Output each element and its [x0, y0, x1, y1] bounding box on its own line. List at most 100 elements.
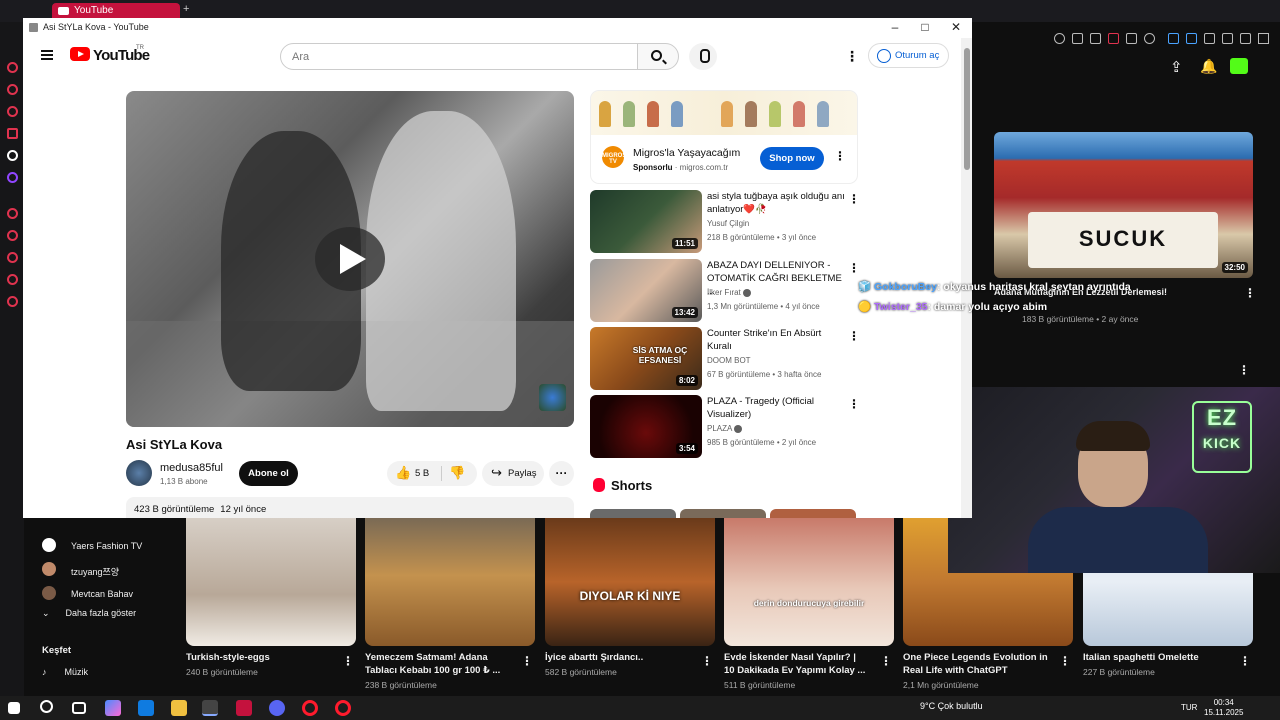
translate-icon[interactable]	[1186, 33, 1197, 44]
whatsapp-icon[interactable]	[7, 106, 18, 117]
video-menu-icon[interactable]: ⋮	[880, 654, 892, 668]
video-title[interactable]: Yemeczem Satmam! Adana Tablacı Kebabı 10…	[365, 651, 510, 677]
discord-icon[interactable]	[269, 700, 285, 716]
task-view-icon[interactable]	[72, 702, 86, 714]
shorts-thumbnail[interactable]	[680, 509, 766, 518]
channel-watermark-icon[interactable]	[539, 384, 566, 411]
sidebar-item-music[interactable]: ♪ Müzik	[42, 667, 88, 677]
new-tab-button[interactable]: +	[183, 3, 189, 15]
video-thumbnail[interactable]	[724, 518, 894, 646]
video-channel[interactable]: DOOM BOT	[707, 356, 751, 365]
video-thumbnail[interactable]	[545, 518, 715, 646]
right-video-menu-icon-2[interactable]: ⋮	[1238, 363, 1250, 377]
snapshot-icon[interactable]	[1090, 33, 1101, 44]
shop-now-button[interactable]: Shop now	[760, 147, 824, 170]
pinboard-icon[interactable]	[7, 230, 18, 241]
zoom-icon[interactable]	[1054, 33, 1065, 44]
video-menu-icon[interactable]: ⋮	[1059, 654, 1071, 668]
app-icon[interactable]	[236, 700, 252, 716]
thumbs-up-icon[interactable]: 👍	[395, 466, 411, 480]
video-thumbnail[interactable]	[186, 518, 356, 646]
share-button[interactable]: ↪ Paylaş	[482, 461, 544, 486]
video-menu-icon[interactable]: ⋮	[1239, 654, 1251, 668]
video-channel[interactable]: İlker Fırat	[707, 288, 752, 297]
close-button[interactable]: ✕	[942, 20, 970, 36]
video-title[interactable]: Counter Strike'ın En Absürt Kuralı	[707, 327, 847, 353]
recommended-video[interactable]: 3:54 PLAZA - Tragedy (Official Visualize…	[590, 395, 860, 459]
puzzle-icon[interactable]	[1204, 33, 1215, 44]
language-indicator[interactable]: TUR	[1181, 703, 1197, 712]
settings-more-icon[interactable]: ⋮	[845, 48, 859, 64]
video-thumbnail[interactable]: 11:51	[590, 190, 702, 253]
video-thumbnail[interactable]	[365, 518, 535, 646]
shorts-thumbnail[interactable]	[590, 509, 676, 518]
video-menu-icon[interactable]: ⋮	[848, 192, 860, 206]
instagram-icon[interactable]	[7, 84, 18, 95]
video-channel[interactable]: PLAZA	[707, 424, 743, 433]
mail-icon[interactable]	[138, 700, 154, 716]
aria-icon[interactable]	[7, 150, 18, 161]
opera-icon[interactable]	[302, 700, 318, 716]
scrollbar-thumb[interactable]	[964, 48, 970, 170]
heart-icon[interactable]	[1144, 33, 1155, 44]
twitch-icon[interactable]	[7, 172, 18, 183]
settings-icon[interactable]	[7, 296, 18, 307]
sponsored-ad-card[interactable]: MIGROS TV Migros'la Yaşayacağım Sponsorl…	[591, 91, 857, 183]
browser-tab-youtube[interactable]: YouTube	[52, 3, 180, 19]
upload-icon[interactable]: ⇪	[1170, 58, 1183, 76]
audio-icon[interactable]	[1168, 33, 1179, 44]
video-menu-icon[interactable]: ⋮	[848, 329, 860, 343]
video-title[interactable]: One Piece Legends Evolution in Real Life…	[903, 651, 1048, 677]
recommended-video[interactable]: 13:42 ABAZA DAYI DELLENIYOR - OTOMATİK C…	[590, 259, 860, 323]
windows-start-icon[interactable]	[8, 702, 20, 714]
minimize-button[interactable]: –	[881, 20, 909, 36]
video-title[interactable]: Evde İskender Nasıl Yapılır? | 10 Dakika…	[724, 651, 869, 677]
right-video-menu-icon[interactable]: ⋮	[1244, 286, 1256, 300]
kick-avatar-icon[interactable]	[1230, 58, 1248, 74]
play-button-icon[interactable]	[315, 227, 385, 291]
thumbs-down-icon[interactable]: 👎	[449, 466, 465, 480]
music-icon[interactable]	[7, 128, 18, 139]
description-box[interactable]: 423 B görüntüleme 12 yıl önce	[126, 497, 574, 518]
bottom-video-card[interactable]: derin dondurucuya girebilir Evde İskende…	[724, 518, 894, 690]
ad-menu-icon[interactable]: ⋮	[834, 149, 846, 163]
video-title[interactable]: PLAZA - Tragedy (Official Visualizer)	[707, 395, 847, 421]
channel-avatar[interactable]	[126, 460, 152, 486]
search-icon[interactable]	[40, 700, 53, 713]
show-more-button[interactable]: ⌄ Daha fazla göster	[42, 608, 136, 619]
video-menu-icon[interactable]: ⋮	[521, 654, 533, 668]
subscribe-button[interactable]: Abone ol	[239, 461, 298, 486]
messenger-icon[interactable]	[7, 62, 18, 73]
shorts-thumbnail[interactable]	[770, 509, 856, 518]
obs-icon[interactable]	[202, 700, 218, 716]
history-icon[interactable]	[7, 208, 18, 219]
bottom-video-card[interactable]: Yemeczem Satmam! Adana Tablacı Kebabı 10…	[365, 518, 535, 690]
video-title[interactable]: asi styla tuğbaya aşık olduğu anı anlatı…	[707, 190, 847, 216]
signin-button[interactable]: Oturum aç	[868, 43, 949, 68]
more-actions-button[interactable]: ···	[549, 461, 574, 486]
maximize-button[interactable]: □	[911, 20, 939, 36]
download-icon[interactable]	[1240, 33, 1251, 44]
video-player[interactable]	[126, 91, 574, 427]
video-thumbnail[interactable]: 3:54	[590, 395, 702, 458]
youtube-logo-icon[interactable]	[70, 47, 90, 61]
menu-lines-icon[interactable]	[1258, 33, 1269, 44]
bottom-video-card[interactable]: Turkish-style-eggs 240 B görüntüleme ⋮	[186, 518, 356, 677]
voice-search-button[interactable]	[689, 43, 717, 70]
video-title[interactable]: Italian spaghetti Omelette	[1083, 651, 1228, 664]
right-video-thumbnail[interactable]: SUCUK 32:50	[994, 132, 1253, 278]
migros-logo[interactable]: MIGROS TV	[602, 146, 626, 168]
video-title[interactable]: İyice abarttı Şırdancı..	[545, 651, 690, 664]
video-menu-icon[interactable]: ⋮	[848, 261, 860, 275]
search-input[interactable]: Ara	[280, 43, 638, 70]
video-menu-icon[interactable]: ⋮	[701, 654, 713, 668]
bottom-video-card[interactable]: DIYOLAR Kİ NIYE İyice abarttı Şırdancı..…	[545, 518, 715, 677]
folder-icon[interactable]	[171, 700, 187, 716]
video-menu-icon[interactable]: ⋮	[848, 397, 860, 411]
clock[interactable]: 00:34 15.11.2025	[1204, 698, 1243, 718]
weather-widget[interactable]: 9°C Çok bulutlu	[920, 701, 983, 711]
channel-name[interactable]: medusa85ful	[160, 462, 223, 474]
video-title[interactable]: Turkish-style-eggs	[186, 651, 331, 664]
bell-icon[interactable]: 🔔	[1200, 58, 1217, 75]
opera-gx-icon[interactable]	[335, 700, 351, 716]
